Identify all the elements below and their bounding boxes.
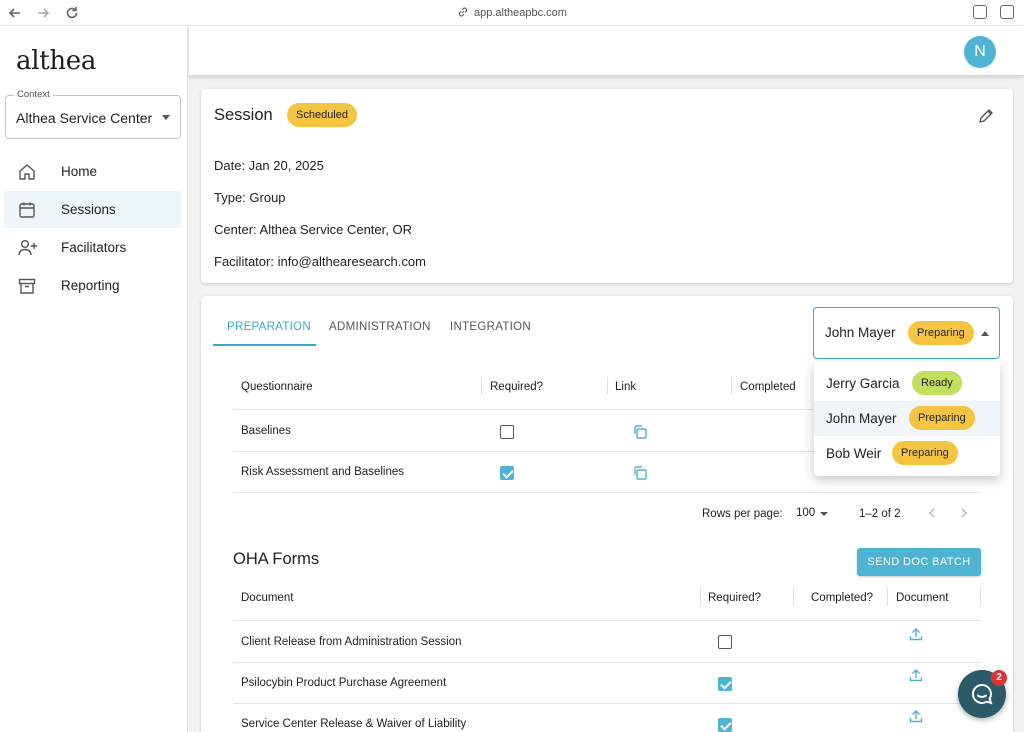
archive-icon [18,278,36,294]
column-header-document-file: Document [896,592,949,604]
tab-integration[interactable]: INTEGRATION [450,321,531,333]
sidebar: althea Context Althea Service Center Hom… [0,26,188,732]
send-doc-batch-button[interactable]: SEND DOC BATCH [857,548,981,576]
calendar-icon [19,202,35,218]
previous-page-icon[interactable] [927,507,937,519]
browser-bar: app.altheapbc.com [0,0,1024,26]
document-name: Psilocybin Product Purchase Agreement [241,677,447,689]
status-badge: Preparing [909,406,975,430]
sidebar-item-sessions[interactable]: Sessions [4,191,181,228]
column-separator [887,588,888,606]
status-badge: Scheduled [287,103,357,127]
required-checkbox[interactable] [500,425,514,439]
home-icon [19,164,35,180]
document-name: Client Release from Administration Sessi… [241,636,462,648]
copy-link-icon[interactable] [632,424,648,440]
tab-preparation[interactable]: PREPARATION [227,321,311,333]
pagination-range: 1–2 of 2 [859,508,901,520]
upload-icon[interactable] [908,667,924,683]
status-badge: Ready [912,371,962,395]
status-badge: Preparing [908,321,974,345]
column-separator [481,377,482,395]
sidebar-item-facilitators[interactable]: Facilitators [4,229,181,266]
chevron-down-icon[interactable] [820,512,828,516]
column-separator [731,377,732,395]
sidebar-item-label: Home [61,164,98,179]
column-header-required: Required? [708,592,762,604]
upload-icon[interactable] [908,708,924,724]
tab-administration[interactable]: ADMINISTRATION [329,321,431,333]
row-divider [233,492,981,493]
person-select[interactable]: John Mayer Preparing [813,307,1000,359]
status-badge: Preparing [892,441,958,465]
column-separator [980,588,981,606]
sidebar-item-label: Sessions [61,202,116,217]
column-separator [793,588,794,606]
selected-person-name: John Mayer [825,325,896,340]
menu-item-john-mayer[interactable]: John Mayer Preparing [814,401,1000,436]
link-icon [458,7,468,17]
sidebar-item-home[interactable]: Home [4,153,181,190]
upload-icon[interactable] [908,626,924,642]
questionnaire-name: Risk Assessment and Baselines [241,466,404,478]
avatar[interactable]: N [964,36,996,68]
required-checkbox[interactable] [718,635,732,649]
top-bar: N [189,26,1024,76]
unread-count-badge: 2 [991,670,1007,686]
context-label: Context [14,89,53,100]
menu-item-name: Bob Weir [826,446,882,461]
required-checkbox[interactable] [500,466,514,480]
menu-item-name: Jerry Garcia [826,376,900,391]
session-type: Type: Group [214,190,286,205]
row-divider [233,662,981,663]
sidebar-item-reporting[interactable]: Reporting [4,267,181,304]
column-separator [700,588,701,606]
chevron-down-icon [162,115,170,120]
document-name: Service Center Release & Waiver of Liabi… [241,718,467,730]
active-tab-indicator [213,344,316,346]
menu-item-jerry-garcia[interactable]: Jerry Garcia Ready [814,366,1000,401]
copy-link-icon[interactable] [632,465,648,481]
row-divider [233,703,981,704]
session-title: Session [214,106,273,124]
context-select[interactable]: Context Althea Service Center [5,89,181,139]
column-header-questionnaire: Questionnaire [241,381,313,393]
sidebar-item-label: Reporting [61,278,120,293]
next-page-icon[interactable] [959,507,969,519]
rows-per-page-select[interactable]: 100 [796,507,815,519]
row-divider [233,620,981,621]
column-header-completed: Completed? [811,592,874,604]
edit-pencil-icon[interactable] [977,107,995,125]
session-center: Center: Althea Service Center, OR [214,222,412,237]
menu-item-name: John Mayer [826,411,897,426]
column-header-completed: Completed [740,381,796,393]
person-dropdown-menu: Jerry Garcia Ready John Mayer Preparing … [814,362,1000,476]
chat-bubble-icon [971,683,993,705]
chevron-up-icon [981,331,989,336]
sidebar-item-label: Facilitators [61,240,127,255]
questionnaire-name: Baselines [241,425,291,437]
column-header-document: Document [241,592,294,604]
reader-icon[interactable] [973,5,987,19]
address-bar[interactable]: app.altheapbc.com [0,6,1024,19]
person-add-icon [18,240,37,256]
column-separator [607,377,608,395]
url-text: app.altheapbc.com [474,7,567,19]
column-header-link: Link [615,381,637,393]
context-value: Althea Service Center [16,110,153,126]
app-logo: althea [16,46,97,76]
menu-item-bob-weir[interactable]: Bob Weir Preparing [814,436,1000,471]
session-card: Session Scheduled Date: Jan 20, 2025 Typ… [201,89,1013,283]
required-checkbox[interactable] [718,677,732,691]
sidebar-toggle-icon[interactable] [1000,5,1014,19]
rows-per-page-label: Rows per page: [702,508,783,520]
session-date: Date: Jan 20, 2025 [214,158,324,173]
column-header-required: Required? [490,381,544,393]
oha-forms-title: OHA Forms [233,550,320,568]
required-checkbox[interactable] [718,718,732,732]
session-facilitator: Facilitator: info@althearesearch.com [214,254,426,269]
